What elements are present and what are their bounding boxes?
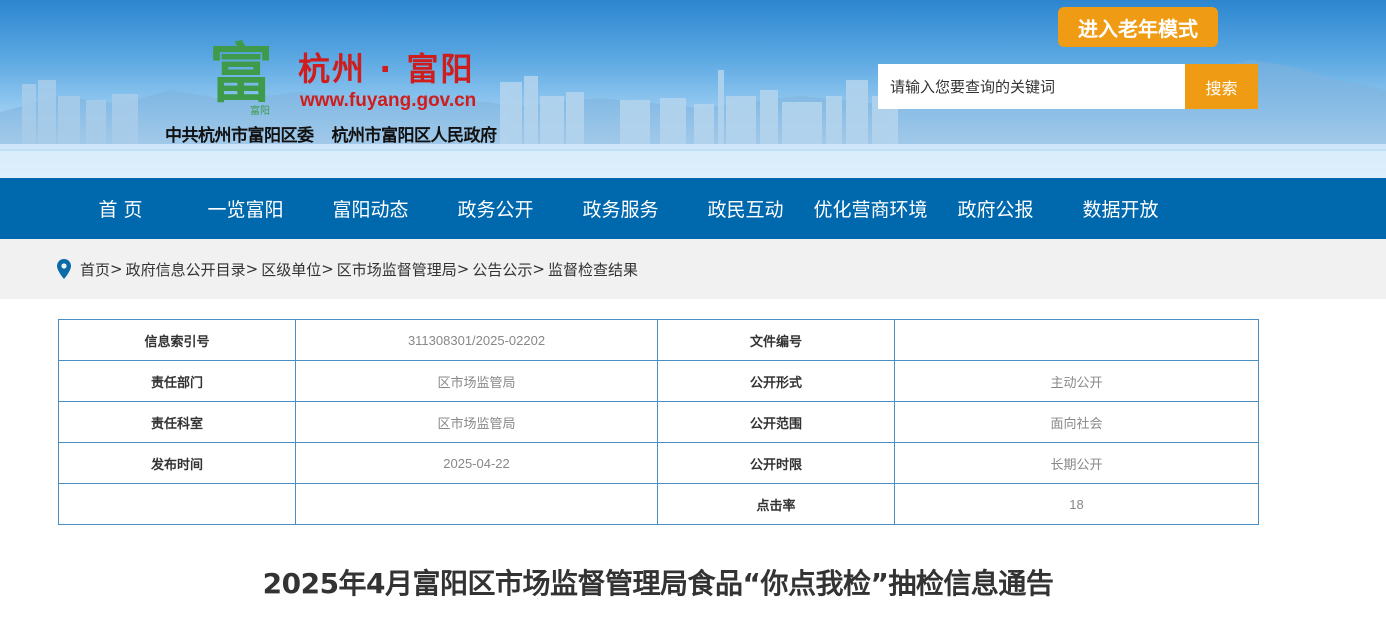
main-nav: 首 页 一览富阳 富阳动态 政务公开 政务服务 政民互动 优化营商环境 政府公报… bbox=[0, 178, 1386, 239]
info-label: 公开形式 bbox=[657, 360, 895, 402]
nav-item-government-affairs[interactable]: 政务公开 bbox=[433, 178, 558, 239]
info-value: 长期公开 bbox=[894, 442, 1259, 484]
info-label: 文件编号 bbox=[657, 319, 895, 361]
info-label: 公开时限 bbox=[657, 442, 895, 484]
header-banner: 富 富阳 杭州 · 富阳 www.fuyang.gov.cn 中共杭州市富阳区委… bbox=[0, 0, 1386, 178]
nav-item-government-services[interactable]: 政务服务 bbox=[558, 178, 683, 239]
table-row: 责任部门 区市场监管局 公开形式 主动公开 bbox=[58, 360, 1259, 402]
breadcrumb-market-regulation-bureau[interactable]: 区市场监督管理局 bbox=[337, 259, 457, 280]
info-value: 311308301/2025-02202 bbox=[295, 319, 658, 361]
nav-item-business-environment[interactable]: 优化营商环境 bbox=[808, 178, 933, 239]
svg-text:富: 富 bbox=[210, 37, 272, 112]
elder-mode-button[interactable]: 进入老年模式 bbox=[1058, 7, 1218, 47]
org-party-name: 中共杭州市富阳区委 bbox=[165, 126, 314, 146]
svg-text:富阳: 富阳 bbox=[250, 104, 270, 117]
breadcrumb-district-units[interactable]: 区级单位 bbox=[261, 259, 321, 280]
info-label: 责任科室 bbox=[58, 401, 296, 443]
organization-names: 中共杭州市富阳区委 杭州市富阳区人民政府 bbox=[165, 121, 497, 146]
info-label: 点击率 bbox=[657, 483, 895, 525]
org-government-name: 杭州市富阳区人民政府 bbox=[331, 126, 498, 146]
info-value bbox=[295, 483, 658, 525]
search-input[interactable] bbox=[878, 64, 1185, 109]
breadcrumb-inspection-results[interactable]: 监督检查结果 bbox=[548, 259, 638, 280]
info-label bbox=[58, 483, 296, 525]
breadcrumb-home[interactable]: 首页 bbox=[80, 259, 110, 280]
table-row: 责任科室 区市场监管局 公开范围 面向社会 bbox=[58, 401, 1259, 443]
nav-item-open-data[interactable]: 数据开放 bbox=[1058, 178, 1183, 239]
info-label: 发布时间 bbox=[58, 442, 296, 484]
table-row: 点击率 18 bbox=[58, 483, 1259, 525]
info-label: 公开范围 bbox=[657, 401, 895, 443]
nav-item-news[interactable]: 富阳动态 bbox=[308, 178, 433, 239]
search-button[interactable]: 搜索 bbox=[1185, 64, 1258, 109]
info-value bbox=[894, 319, 1259, 361]
info-value: 区市场监管局 bbox=[295, 401, 658, 443]
info-value: 18 bbox=[894, 483, 1259, 525]
breadcrumb-announcements[interactable]: 公告公示 bbox=[472, 259, 532, 280]
location-pin-icon bbox=[57, 259, 71, 279]
info-label: 信息索引号 bbox=[58, 319, 296, 361]
nav-item-interaction[interactable]: 政民互动 bbox=[683, 178, 808, 239]
info-label: 责任部门 bbox=[58, 360, 296, 402]
site-url: www.fuyang.gov.cn bbox=[300, 90, 477, 111]
info-value: 区市场监管局 bbox=[295, 360, 658, 402]
breadcrumb-info-catalog[interactable]: 政府信息公开目录 bbox=[126, 259, 246, 280]
nav-item-overview[interactable]: 一览富阳 bbox=[183, 178, 308, 239]
site-name: 杭州 · 富阳 bbox=[298, 50, 475, 88]
fuyang-logo: 富 富阳 bbox=[209, 22, 273, 122]
breadcrumb: 首页 > 政府信息公开目录 > 区级单位 > 区市场监督管理局 > 公告公示 > 监督检查… bbox=[80, 259, 638, 280]
info-value: 面向社会 bbox=[894, 401, 1259, 443]
article-title: 2025年4月富阳区市场监督管理局食品“你点我检”抽检信息通告 bbox=[262, 567, 1054, 600]
info-value: 2025-04-22 bbox=[295, 442, 658, 484]
info-value: 主动公开 bbox=[894, 360, 1259, 402]
nav-item-gazette[interactable]: 政府公报 bbox=[933, 178, 1058, 239]
breadcrumb-bar: 首页 > 政府信息公开目录 > 区级单位 > 区市场监督管理局 > 公告公示 > 监督检查… bbox=[0, 239, 1386, 299]
table-row: 发布时间 2025-04-22 公开时限 长期公开 bbox=[58, 442, 1259, 484]
table-row: 信息索引号 311308301/2025-02202 文件编号 bbox=[58, 319, 1259, 361]
nav-item-home[interactable]: 首 页 bbox=[58, 178, 183, 239]
document-info-table: 信息索引号 311308301/2025-02202 文件编号 责任部门 区市场… bbox=[58, 319, 1259, 525]
